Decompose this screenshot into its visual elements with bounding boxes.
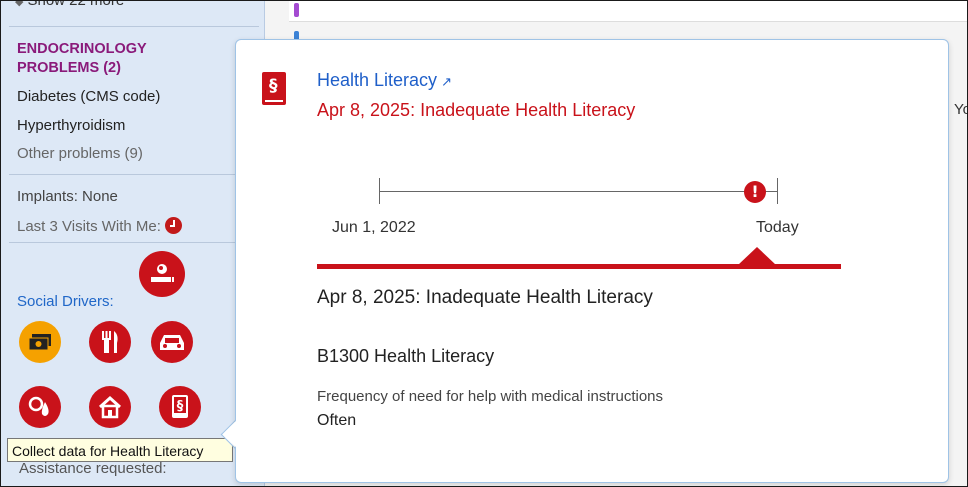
chevron-down-icon: ◆: [15, 0, 24, 8]
car-icon[interactable]: [151, 321, 193, 363]
selection-bar: [317, 264, 841, 269]
selection-indicator: [738, 247, 776, 265]
other-problems-link[interactable]: Other problems (9): [17, 145, 143, 162]
timeline-end-tick: [777, 178, 778, 204]
tooltip: Collect data for Health Literacy: [7, 438, 233, 462]
timeline-start-label: Jun 1, 2022: [332, 219, 416, 236]
detail-title: Apr 8, 2025: Inadequate Health Literacy: [317, 287, 653, 308]
social-drivers-label: Social Drivers:: [17, 293, 114, 310]
health-literacy-link[interactable]: Health Literacy ↗: [317, 70, 452, 91]
tobacco-icon[interactable]: [139, 251, 185, 297]
health-literacy-icon[interactable]: §: [159, 386, 201, 428]
divider: [9, 174, 259, 175]
divider: [9, 242, 259, 243]
timeline-end-label: Today: [756, 219, 799, 236]
divider: [9, 26, 259, 27]
screen: Yo ◆Show 22 more ENDOCRINOLOGY PROBLEMS …: [0, 0, 968, 487]
popup-title: Health Literacy: [317, 70, 438, 90]
last-visits-label: Last 3 Visits With Me:: [17, 218, 161, 235]
external-link-icon: ↗: [441, 74, 452, 89]
food-icon[interactable]: [89, 321, 131, 363]
alert-icon[interactable]: !: [744, 181, 766, 203]
health-literacy-book-icon: §: [262, 72, 286, 105]
last-visits-row: Last 3 Visits With Me:: [17, 217, 182, 235]
background-section-bar: [289, 1, 967, 22]
answer-text: Often: [317, 412, 357, 429]
show-more-link[interactable]: ◆ Show 22 more: [15, 0, 124, 9]
item-code: B1300 Health Literacy: [317, 346, 495, 366]
assistance-requested-text: Assistance requested:: [19, 460, 167, 477]
timeline-line: [379, 191, 777, 192]
financial-icon[interactable]: [19, 321, 61, 363]
question-text: Frequency of need for help with medical …: [317, 388, 664, 405]
popup-subtitle: Apr 8, 2025: Inadequate Health Literacy: [317, 100, 636, 120]
problem-diabetes[interactable]: Diabetes (CMS code): [17, 88, 160, 105]
endocrinology-header: ENDOCRINOLOGY PROBLEMS (2): [17, 41, 147, 76]
background-partial-text: Yo: [954, 101, 967, 118]
house-icon[interactable]: [89, 386, 131, 428]
implants-text: Implants: None: [17, 188, 118, 205]
clock-icon[interactable]: [164, 217, 182, 234]
sidebar: ◆ Show 22 more ENDOCRINOLOGY PROBLEMS (2)…: [1, 1, 265, 486]
background-purple-marker: [294, 3, 299, 17]
problem-hyperthyroidism[interactable]: Hyperthyroidism: [17, 117, 125, 134]
svg-text:§: §: [177, 399, 184, 414]
safety-icon[interactable]: [19, 386, 61, 428]
